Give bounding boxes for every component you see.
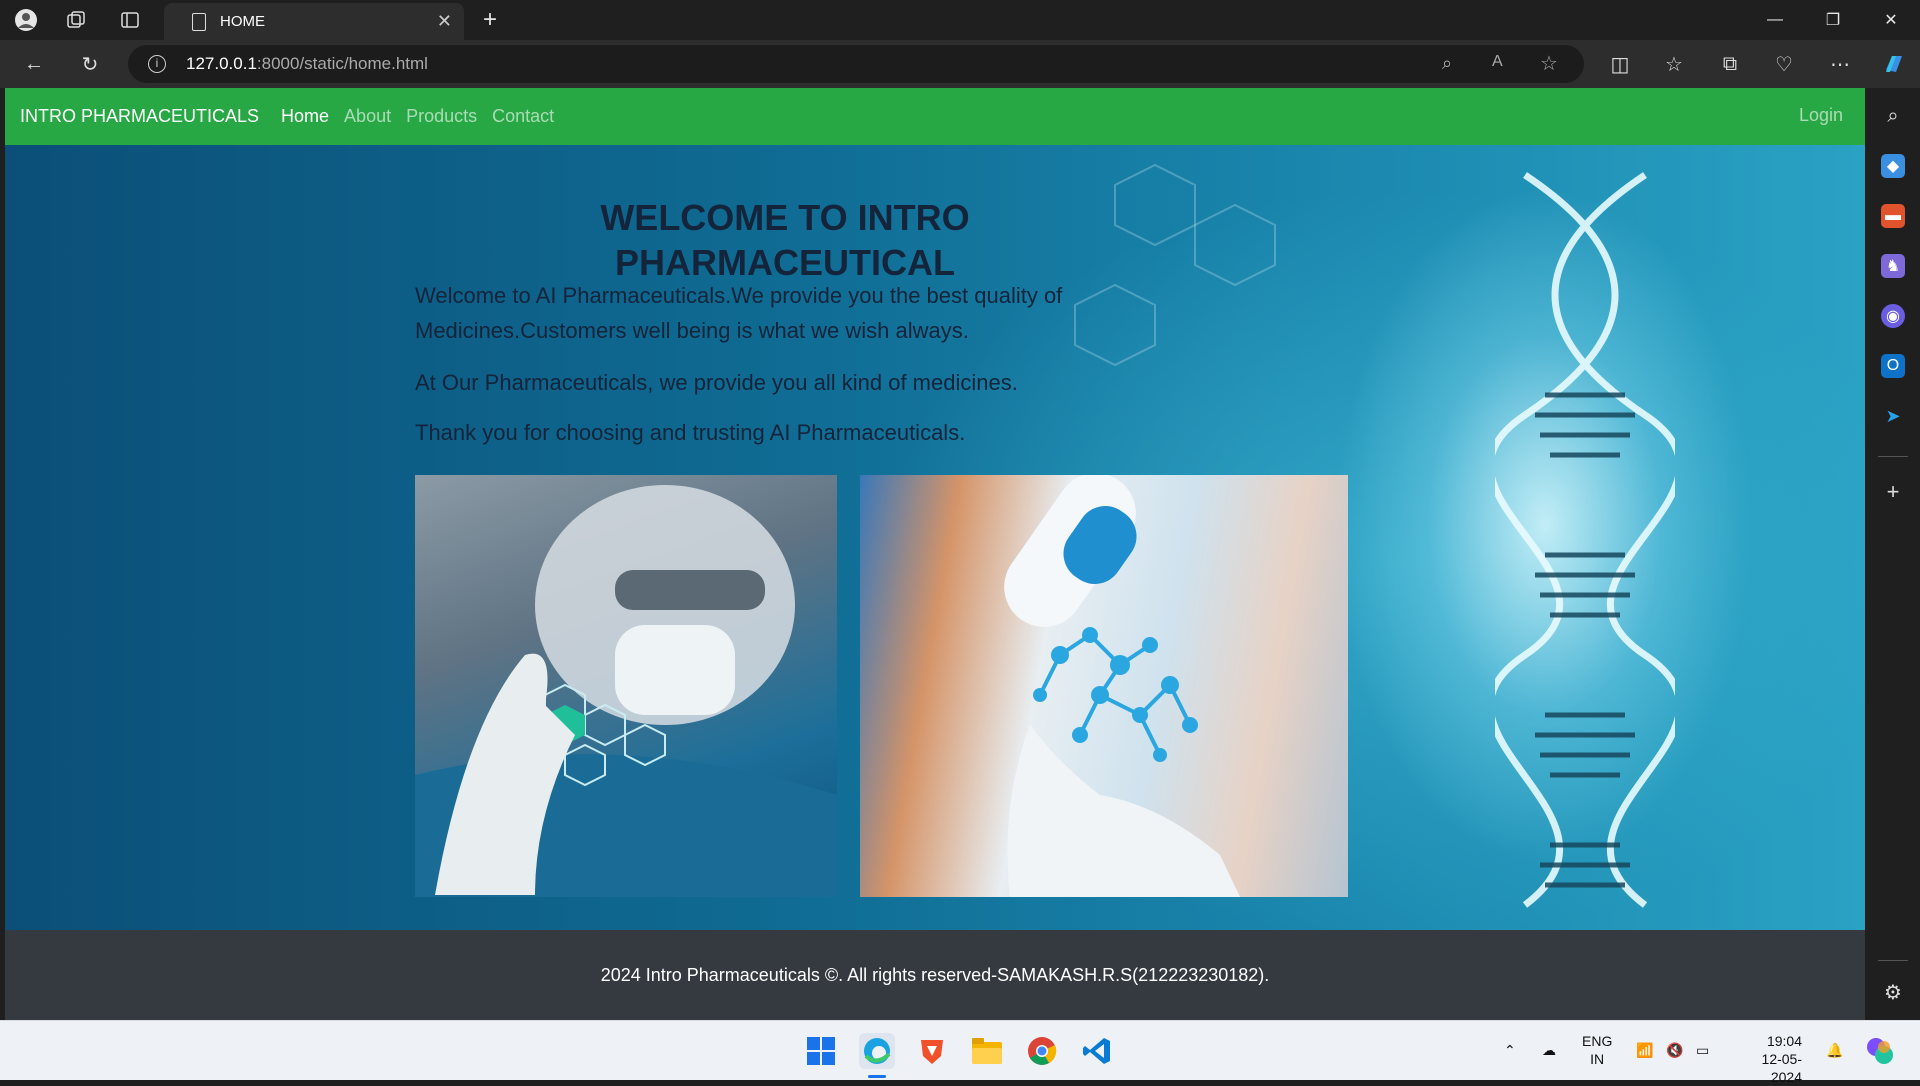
hero-section: WELCOME TO INTRO PHARMACEUTICAL Welcome … [5, 145, 1865, 930]
browser-titlebar: HOME ✕ + — ❐ ✕ [0, 0, 1920, 40]
edge-taskbar-icon[interactable] [859, 1033, 895, 1069]
vscode-icon[interactable] [1079, 1033, 1115, 1069]
intro-paragraph: Welcome to AI Pharmaceuticals.We provide… [415, 283, 1063, 343]
clock-date: 12-05-2024 [1761, 1051, 1802, 1085]
tab-title: HOME [220, 13, 265, 30]
address-bar[interactable]: i 127.0.0.1:8000/static/home.html ⌕ A ☆ [128, 45, 1584, 83]
profile-icon[interactable] [14, 8, 38, 32]
read-aloud-icon[interactable]: A [1492, 53, 1503, 71]
site-info-icon[interactable]: i [148, 55, 166, 73]
sidebar-settings-icon[interactable]: ⚙ [1881, 980, 1905, 1004]
copilot-icon[interactable] [1880, 50, 1908, 78]
zoom-icon[interactable]: ⌕ [1442, 53, 1452, 74]
scientist-image [415, 475, 837, 897]
url-path: :8000/static/home.html [256, 54, 428, 73]
welcome-heading: WELCOME TO INTRO PHARMACEUTICAL [425, 195, 1145, 285]
browser-essentials-icon[interactable]: ♡ [1770, 50, 1798, 78]
more-options-icon[interactable]: ⋯ [1826, 50, 1854, 78]
windows-start-icon[interactable] [803, 1033, 839, 1069]
footer-text: 2024 Intro Pharmaceuticals ©. All rights… [600, 964, 1270, 985]
collections-icon[interactable]: ⧉ [1716, 50, 1744, 78]
active-app-indicator [868, 1075, 886, 1078]
heading-line-1: WELCOME TO INTRO [600, 197, 970, 238]
nav-link-contact[interactable]: Contact [492, 106, 554, 127]
login-link[interactable]: Login [1799, 105, 1843, 126]
favorites-icon[interactable]: ☆ [1660, 50, 1688, 78]
site-navbar: INTRO PHARMACEUTICALS Home About Product… [5, 88, 1865, 145]
minimize-icon[interactable]: — [1752, 6, 1798, 34]
chrome-icon[interactable] [1024, 1033, 1060, 1069]
sidebar-search-icon[interactable]: ⌕ [1881, 104, 1905, 128]
tab-home[interactable]: HOME ✕ [164, 3, 464, 40]
dna-helix-image [1495, 172, 1675, 908]
url-text: 127.0.0.1:8000/static/home.html [186, 54, 428, 74]
nav-link-products[interactable]: Products [406, 106, 477, 127]
notification-bell-icon[interactable]: 🔔 [1826, 1041, 1843, 1059]
send-icon[interactable]: ➤ [1881, 404, 1905, 428]
webpage: INTRO PHARMACEUTICALS Home About Product… [5, 88, 1865, 1020]
shopping-tag-icon[interactable]: ◆ [1881, 154, 1905, 178]
file-explorer-icon[interactable] [969, 1033, 1005, 1069]
outlook-icon[interactable]: O [1881, 354, 1905, 378]
clock[interactable]: 19:04 12-05-2024 [1736, 1032, 1802, 1086]
new-tab-icon[interactable]: + [478, 6, 502, 33]
tab-actions-icon[interactable] [118, 8, 142, 32]
sidebar-divider [1878, 456, 1908, 457]
molecule-background [1074, 163, 1276, 367]
split-screen-icon[interactable]: ◫ [1606, 50, 1634, 78]
refresh-icon[interactable]: ↻ [76, 50, 104, 78]
show-hidden-icons[interactable]: ⌃ [1504, 1041, 1516, 1059]
language-indicator[interactable]: ENG IN [1582, 1032, 1612, 1068]
tools-icon[interactable]: ▬ [1881, 204, 1905, 228]
brand-link[interactable]: INTRO PHARMACEUTICALS [20, 106, 259, 127]
nav-link-about[interactable]: About [344, 106, 391, 127]
address-row: ← ↻ i 127.0.0.1:8000/static/home.html ⌕ … [0, 40, 1920, 88]
brave-icon[interactable] [914, 1033, 950, 1069]
add-sidebar-app-icon[interactable]: + [1881, 479, 1905, 504]
url-host: 127.0.0.1 [186, 54, 257, 73]
close-tab-icon[interactable]: ✕ [437, 11, 452, 32]
battery-icon[interactable]: ▭ [1696, 1041, 1709, 1059]
sidebar-divider-bottom [1878, 960, 1908, 961]
browser-sidebar: ⌕ ◆ ▬ ♞ ◉ O ➤ + ⚙ [1866, 88, 1920, 1020]
windows-taskbar: ⌃ ☁ ENG IN 📶 🔇 ▭ 19:04 12-05-2024 🔔 [0, 1020, 1920, 1085]
nav-link-home[interactable]: Home [281, 106, 329, 127]
medicines-paragraph: At Our Pharmaceuticals, we provide you a… [415, 370, 1018, 395]
lang-line-1: ENG [1582, 1033, 1613, 1049]
restore-icon[interactable]: ❐ [1810, 6, 1856, 34]
copilot-taskbar-icon[interactable] [1862, 1033, 1898, 1069]
workspaces-icon[interactable] [64, 8, 88, 32]
molecule-capsule-image [860, 475, 1348, 897]
clock-time: 19:04 [1766, 1033, 1802, 1049]
back-icon[interactable]: ← [20, 50, 48, 78]
thanks-paragraph: Thank you for choosing and trusting AI P… [415, 420, 966, 445]
microsoft-365-icon[interactable]: ◉ [1881, 304, 1905, 328]
document-icon [192, 12, 206, 31]
games-icon[interactable]: ♞ [1881, 254, 1905, 278]
lang-line-2: IN [1590, 1051, 1605, 1067]
close-window-icon[interactable]: ✕ [1868, 6, 1914, 34]
wifi-icon[interactable]: 📶 [1636, 1041, 1653, 1059]
site-footer: 2024 Intro Pharmaceuticals ©. All rights… [5, 930, 1865, 1020]
onedrive-icon[interactable]: ☁ [1542, 1041, 1556, 1059]
mute-icon[interactable]: 🔇 [1666, 1041, 1683, 1059]
favorite-star-icon[interactable]: ☆ [1540, 51, 1558, 76]
